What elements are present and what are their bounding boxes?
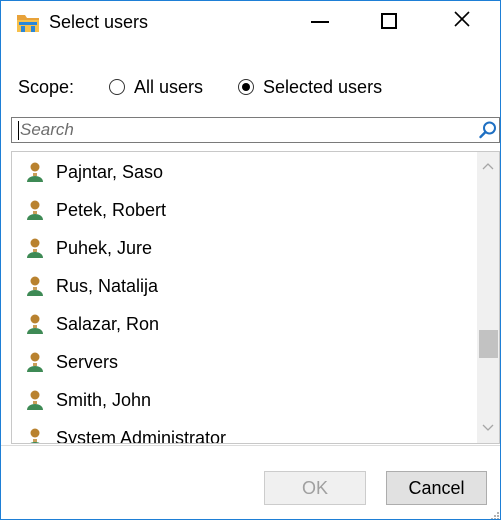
radio-button-checked[interactable] [238, 79, 254, 95]
scroll-up-icon[interactable] [477, 156, 499, 176]
window-title: Select users [49, 12, 149, 32]
user-icon [25, 236, 47, 260]
maximize-button[interactable] [366, 1, 412, 41]
minimize-button[interactable] [297, 1, 343, 41]
list-item[interactable]: Salazar, Ron [12, 304, 474, 342]
scroll-thumb[interactable] [479, 330, 498, 358]
title-bar[interactable]: Select users [1, 1, 500, 41]
radio-all-users-label: All users [134, 77, 204, 97]
radio-dot [242, 83, 250, 91]
list-item[interactable]: System Administrator [12, 418, 474, 443]
list-item[interactable]: Pajntar, Saso [12, 152, 474, 190]
user-icon [25, 388, 47, 412]
list-item[interactable]: Rus, Natalija [12, 266, 474, 304]
list-item-label: Petek, Robert [56, 200, 167, 220]
search-input[interactable] [20, 119, 460, 141]
list-item-label: Servers [56, 352, 119, 372]
radio-button[interactable] [109, 79, 125, 95]
scroll-down-icon[interactable] [477, 418, 499, 438]
folder-icon [16, 11, 40, 33]
footer-divider [1, 445, 500, 446]
close-button[interactable] [439, 1, 485, 41]
user-icon [25, 426, 47, 443]
maximize-icon [381, 13, 397, 29]
resize-grip-icon[interactable] [488, 508, 500, 519]
list-item-label: Smith, John [56, 390, 152, 410]
radio-all-users[interactable]: All users [109, 75, 203, 99]
user-icon [25, 198, 47, 222]
user-list[interactable]: Pajntar, Saso Petek, Robert Puhek, Jure … [11, 151, 500, 444]
cancel-button[interactable]: Cancel [386, 471, 487, 505]
user-icon [25, 312, 47, 336]
list-item[interactable]: Servers [12, 342, 474, 380]
search-icon[interactable] [478, 120, 498, 140]
list-item-label: Puhek, Jure [56, 238, 153, 258]
ok-button[interactable]: OK [264, 471, 366, 505]
user-list-items: Pajntar, Saso Petek, Robert Puhek, Jure … [12, 152, 474, 443]
user-icon [25, 274, 47, 298]
minimize-icon [311, 21, 329, 23]
list-item-label: Pajntar, Saso [56, 162, 164, 182]
list-item[interactable]: Puhek, Jure [12, 228, 474, 266]
scope-selector: Scope: All users Selected users [1, 75, 500, 99]
select-users-dialog: Select users Scope: All users Selected u… [0, 0, 501, 520]
list-item-label: Rus, Natalija [56, 276, 159, 296]
list-item-label: Salazar, Ron [56, 314, 160, 334]
text-caret [18, 121, 19, 140]
user-icon [25, 160, 47, 184]
close-icon [453, 10, 471, 33]
list-item-label: System Administrator [56, 428, 227, 443]
search-box[interactable] [11, 117, 500, 143]
user-icon [25, 350, 47, 374]
list-item[interactable]: Petek, Robert [12, 190, 474, 228]
radio-selected-users-label: Selected users [263, 77, 383, 97]
scope-label: Scope: [18, 77, 75, 97]
radio-selected-users[interactable]: Selected users [238, 75, 382, 99]
vertical-scrollbar[interactable] [477, 152, 499, 443]
list-item[interactable]: Smith, John [12, 380, 474, 418]
